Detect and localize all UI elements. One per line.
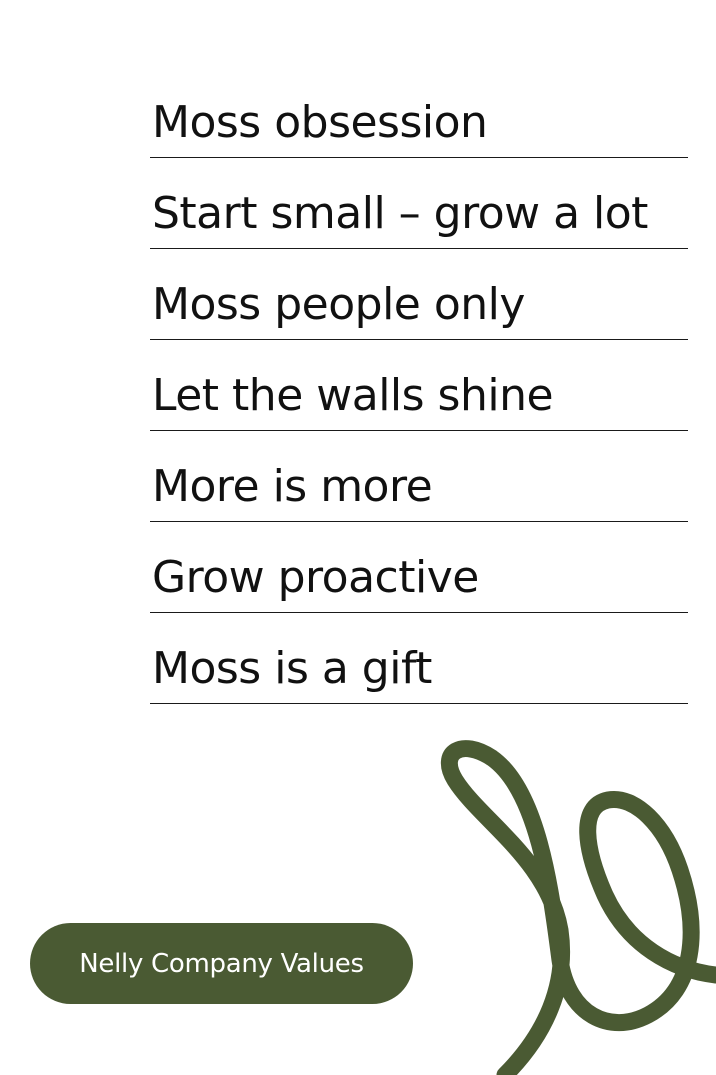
value-text: Start small – grow a lot <box>152 188 648 239</box>
value-item: Grow proactive <box>150 522 688 613</box>
company-values-badge: Nelly Company Values <box>30 923 413 1004</box>
company-values-badge-label: Nelly Company Values <box>79 948 364 979</box>
value-item: Let the walls shine <box>150 340 688 431</box>
company-values-list: Moss obsession Start small – grow a lot … <box>150 64 688 704</box>
value-text: Moss is a gift <box>152 643 432 694</box>
value-item: Moss people only <box>150 249 688 340</box>
value-item: Start small – grow a lot <box>150 158 688 249</box>
value-item: Moss obsession <box>150 64 688 158</box>
value-text: Moss obsession <box>152 97 488 148</box>
value-text: Grow proactive <box>152 552 479 603</box>
value-item: More is more <box>150 431 688 522</box>
value-text: More is more <box>152 461 433 512</box>
value-text: Let the walls shine <box>152 370 554 421</box>
value-item: Moss is a gift <box>150 613 688 704</box>
value-text: Moss people only <box>152 279 525 330</box>
